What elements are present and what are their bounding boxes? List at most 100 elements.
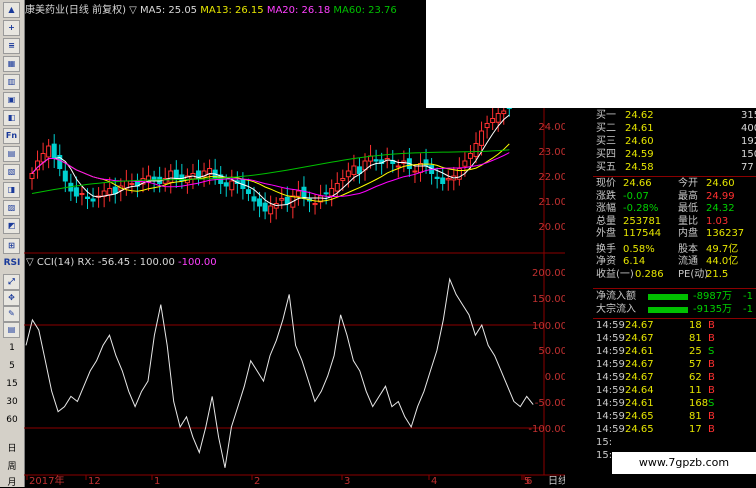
toolbar-button[interactable]: ⤢ [3,274,20,290]
quote-value: 136237 [706,228,745,239]
candle-body [356,166,362,175]
cci-plot [25,277,534,468]
tick-volume: 11 [689,385,702,396]
period-1-min[interactable]: 1 [0,343,24,353]
tick-time: 15: [596,450,613,461]
toolbar-button[interactable]: ◨ [3,182,20,198]
stock-title: 康美药业(日线 前复权) [25,5,126,16]
quote-label: 涨跌 [596,190,616,202]
tick-time: 15: [596,437,613,448]
quote-label: 最高 [678,190,698,202]
ma5-value: ▽ MA5: 25.05 [129,5,198,16]
toolbar-button[interactable]: ▨ [3,200,20,216]
tick-side: B [708,372,715,383]
flow-tail: -1 [743,304,753,315]
candle-body [301,186,307,200]
quote-value: 24.99 [706,190,735,202]
candle-body [223,182,229,187]
x-tick-label: 2 [254,476,260,487]
cci-tick-label: 50.00 [538,346,565,357]
x-tick-label: 1 [154,476,160,487]
candle-body [467,153,473,159]
quote-value: 253781 [623,215,662,227]
candle-body [373,159,379,162]
x-tick-label: 12 [88,476,101,487]
candle-body [340,178,346,181]
quote-label: 总量 [596,215,616,227]
tick-volume: 17 [689,424,702,435]
quote-value: 49.7亿 [706,243,739,255]
divider [593,288,756,289]
quote-label: 内盘 [678,228,698,239]
tick-volume: 81 [689,333,702,344]
bid-price: 24.61 [625,123,654,134]
pencil-icon[interactable]: ✎ [3,306,20,322]
cci-tick-label: -50.00 [535,398,565,409]
toolbar-button[interactable]: ▦ [3,56,20,72]
period-15-min[interactable]: 15 [0,379,24,389]
tick-time: 14:59 [596,333,625,344]
x-tick-label: 6 [526,476,532,487]
period-60-min[interactable]: 60 [0,415,24,425]
tick-price: 24.67 [625,320,654,331]
bid-volume: 77 [741,162,754,173]
tick-side: B [708,424,715,435]
move-icon[interactable]: ✥ [3,290,20,306]
flow-bar [648,307,688,313]
candle-body [351,165,357,176]
toolbar-button[interactable]: ▥ [3,74,20,90]
toolbar-button[interactable]: ▲ [3,2,20,18]
flow-label: 净流入额 [596,291,636,302]
candle-body [345,170,351,178]
candle-body [334,183,340,192]
quote-value: 21.5 [706,268,729,280]
toolbar-button[interactable]: ◩ [3,218,20,234]
flow-tail: -1 [743,291,753,302]
toolbar-button[interactable]: ▤ [3,146,20,162]
period-30-min[interactable]: 30 [0,397,24,407]
cci-line [25,277,534,468]
candle-body [112,186,118,195]
quote-value: -0.07 [623,190,649,202]
bid-price: 24.58 [625,162,654,173]
tick-price: 24.61 [625,346,654,357]
tick-time: 14:59 [596,411,625,422]
toolbar-button[interactable]: ▤ [3,322,20,338]
candle-body [40,153,46,163]
quote-label: 外盘 [596,228,616,239]
quote-value: 24.60 [706,178,735,189]
ma60-value: MA60: 23.76 [333,5,397,16]
candle-body [29,173,35,179]
candle-body [473,143,479,157]
period-month[interactable]: 月 [0,475,24,488]
toolbar-button[interactable]: + [3,20,20,36]
tick-time: 14:59 [596,398,625,409]
toolbar-button[interactable]: ▣ [3,92,20,108]
cci-legend: ▽ CCI(14) RX: -56.45 : 100.00 -100.00 [26,256,217,270]
toolbar-button[interactable]: ◧ [3,110,20,126]
quote-label: 现价 [596,178,616,189]
period-5-min[interactable]: 5 [0,361,24,371]
quote-value: -0.28% [623,203,659,214]
period-day[interactable]: 日 [0,441,24,454]
toolbar-button[interactable]: ≡ [3,38,20,54]
divider [593,176,756,177]
flow-label: 大宗流入 [596,304,636,315]
x-axis-period-label: 日线 [548,474,565,487]
toolbar-button[interactable]: ⊞ [3,238,20,254]
x-tick-label: 2017年 [29,474,64,487]
cci-tick-label: -100.00 [528,424,565,435]
tick-price: 24.65 [625,411,654,422]
tick-volume: 168 [689,398,709,409]
quote-label: 净资 [596,256,616,267]
cci-negative-level: -100.00 [178,257,217,268]
rsi-label[interactable]: RSI [0,258,24,268]
period-week[interactable]: 周 [0,459,24,472]
toolbar-button[interactable]: ▧ [3,164,20,180]
quote-label: 换手 [596,243,616,255]
bid-volume: 400 [741,123,756,134]
toolbar-button[interactable]: Fn [3,128,20,144]
price-tick-label: 21.00 [538,197,565,208]
quote-value: 0.286 [635,268,664,280]
candle-body [173,169,179,179]
